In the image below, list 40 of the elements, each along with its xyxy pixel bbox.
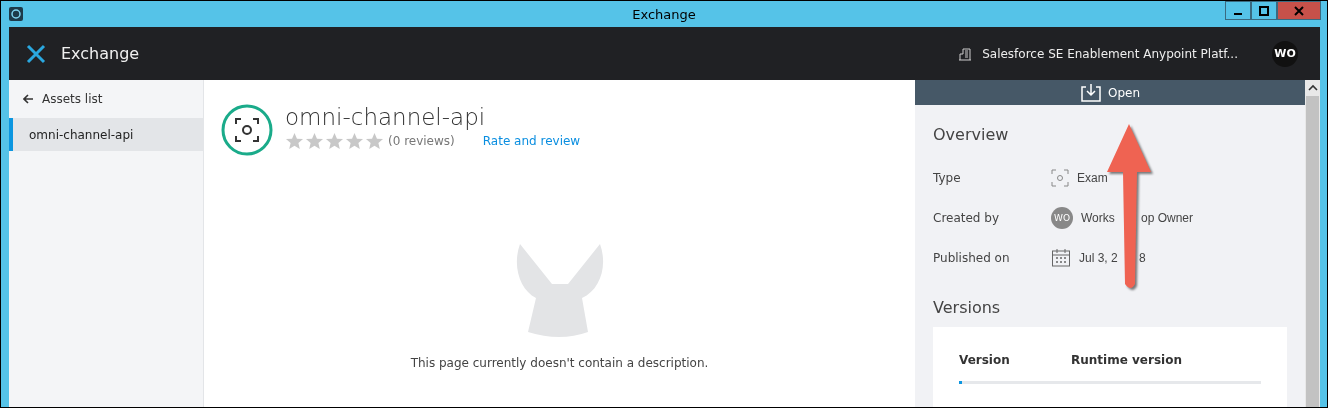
asset-icon — [221, 104, 273, 156]
scrollbar-thumb[interactable] — [1306, 96, 1319, 407]
column-header: Version — [959, 353, 1011, 367]
logo-icon — [25, 43, 47, 64]
scroll-up-icon[interactable] — [1307, 84, 1318, 92]
column-header: Runtime version — [1071, 353, 1182, 367]
field-value: Works — [1081, 211, 1115, 225]
open-button[interactable]: Open — [915, 80, 1305, 105]
field-label: Type — [933, 171, 962, 185]
maximize-button[interactable] — [1251, 1, 1277, 20]
versions-heading: Versions — [933, 298, 1002, 317]
app-icon — [9, 7, 23, 21]
back-link[interactable]: Assets list — [9, 80, 203, 118]
asset-title: omni-channel-api — [285, 104, 487, 130]
field-value: Jul 3, 2 — [1079, 251, 1118, 265]
field-label: Created by — [933, 211, 1001, 225]
organization-selector[interactable]: Salesforce SE Enablement Anypoint Platf... — [982, 46, 1238, 61]
review-count: (0 reviews) — [388, 134, 455, 148]
user-avatar: WO — [1051, 207, 1073, 229]
field-value: Exam — [1077, 171, 1108, 185]
example-icon — [1051, 169, 1069, 187]
download-icon — [1079, 82, 1102, 103]
maximize-icon — [1259, 5, 1269, 16]
field-label: Published on — [933, 251, 1011, 265]
field-value: 8 — [1139, 251, 1146, 265]
close-button[interactable] — [1277, 1, 1321, 20]
rate-link[interactable]: Rate and review — [482, 134, 581, 148]
minimize-icon — [1234, 12, 1242, 15]
back-arrow-icon — [23, 94, 34, 104]
minimize-button[interactable] — [1225, 1, 1251, 20]
building-icon — [958, 46, 973, 61]
sidebar-item[interactable]: omni-channel-api — [9, 118, 203, 151]
close-icon — [1294, 5, 1304, 16]
window-title: Exchange — [631, 6, 697, 22]
overview-heading: Overview — [933, 125, 1010, 144]
empty-message: This page currently doesn't contain a description. — [410, 356, 709, 370]
user-avatar[interactable]: WO — [1272, 40, 1298, 67]
app-name: Exchange — [61, 44, 140, 63]
calendar-icon — [1051, 248, 1071, 268]
field-value: op Owner — [1141, 211, 1194, 225]
